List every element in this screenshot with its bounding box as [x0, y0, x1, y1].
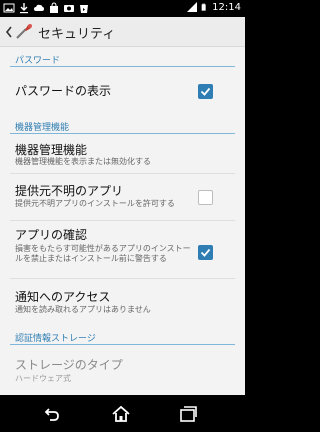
section-header-label: 機器管理機能 [15, 123, 70, 133]
section-header-password: パスワード [0, 53, 245, 67]
pref-summary: 通知を読み取れるアプリはありません [15, 305, 151, 314]
section-divider [10, 66, 235, 67]
pref-title: パスワードの表示 [15, 84, 112, 98]
notification-access-pref[interactable]: 通知へのアクセス 通知を読み取れるアプリはありません [0, 279, 245, 321]
page-title: セキュリティ [38, 27, 116, 42]
clock: 12:14 [212, 1, 241, 13]
section-header-label: 認証情報ストレージ [15, 334, 96, 344]
recent-apps-icon[interactable] [178, 404, 198, 424]
checkmark-icon [200, 248, 211, 257]
pref-title: アプリの確認 [15, 228, 88, 242]
photo-icon [3, 3, 15, 13]
battery-icon [201, 3, 206, 11]
verify-apps-pref[interactable]: アプリの確認 損害をもたらす可能性があるアプリのインストールを禁止またはインスト… [0, 221, 245, 279]
navigation-bar [0, 395, 245, 432]
pref-summary: 機器管理機能を表示または無効化する [15, 157, 151, 166]
show-password-pref[interactable]: パスワードの表示 [0, 68, 245, 114]
home-icon[interactable] [111, 404, 131, 424]
show-password-checkbox[interactable] [198, 84, 213, 99]
download-icon [20, 3, 28, 14]
unknown-sources-checkbox[interactable] [198, 190, 213, 205]
settings-list[interactable]: パスワード パスワードの表示 機器管理機能 機器管理機能 機器管理機能を表示また… [0, 47, 245, 395]
cloud-icon [34, 4, 44, 11]
device-admin-pref[interactable]: 機器管理機能 機器管理機能を表示または無効化する [0, 135, 245, 174]
section-header-device-admin: 機器管理機能 [0, 118, 245, 134]
section-divider [10, 344, 235, 345]
pref-summary: ハードウェア式 [15, 374, 71, 383]
up-navigation-icon[interactable] [4, 25, 14, 39]
pref-title: 提供元不明のアプリ [15, 184, 124, 198]
pref-title: 機器管理機能 [15, 143, 88, 157]
pref-title: 通知へのアクセス [15, 290, 111, 304]
action-bar: セキュリティ [0, 17, 245, 47]
notification-icons [3, 2, 90, 14]
system-status: 12:14 [186, 1, 241, 13]
status-bar: 12:14 [0, 0, 245, 17]
pref-title: ストレージのタイプ [15, 358, 123, 372]
pref-summary: 損害をもたらす可能性があるアプリのインストールを禁止またはインストール前に警告す… [15, 244, 191, 263]
store-icon [80, 5, 88, 13]
verify-apps-checkbox[interactable] [198, 245, 213, 260]
back-icon[interactable] [42, 404, 62, 424]
unknown-sources-pref[interactable]: 提供元不明のアプリ 提供元不明アプリのインストールを許可する [0, 174, 245, 221]
security-settings-icon [16, 24, 32, 39]
section-header-label: パスワード [15, 56, 61, 66]
signal-icon [187, 2, 198, 12]
shopping-bag-icon [50, 2, 58, 13]
section-header-credential-storage: 認証情報ストレージ [0, 330, 245, 345]
section-divider [10, 133, 235, 134]
checkmark-icon [200, 87, 211, 96]
pref-summary: 提供元不明アプリのインストールを許可する [15, 199, 175, 208]
camera-icon [64, 5, 74, 12]
storage-type-pref: ストレージのタイプ ハードウェア式 [0, 346, 245, 392]
